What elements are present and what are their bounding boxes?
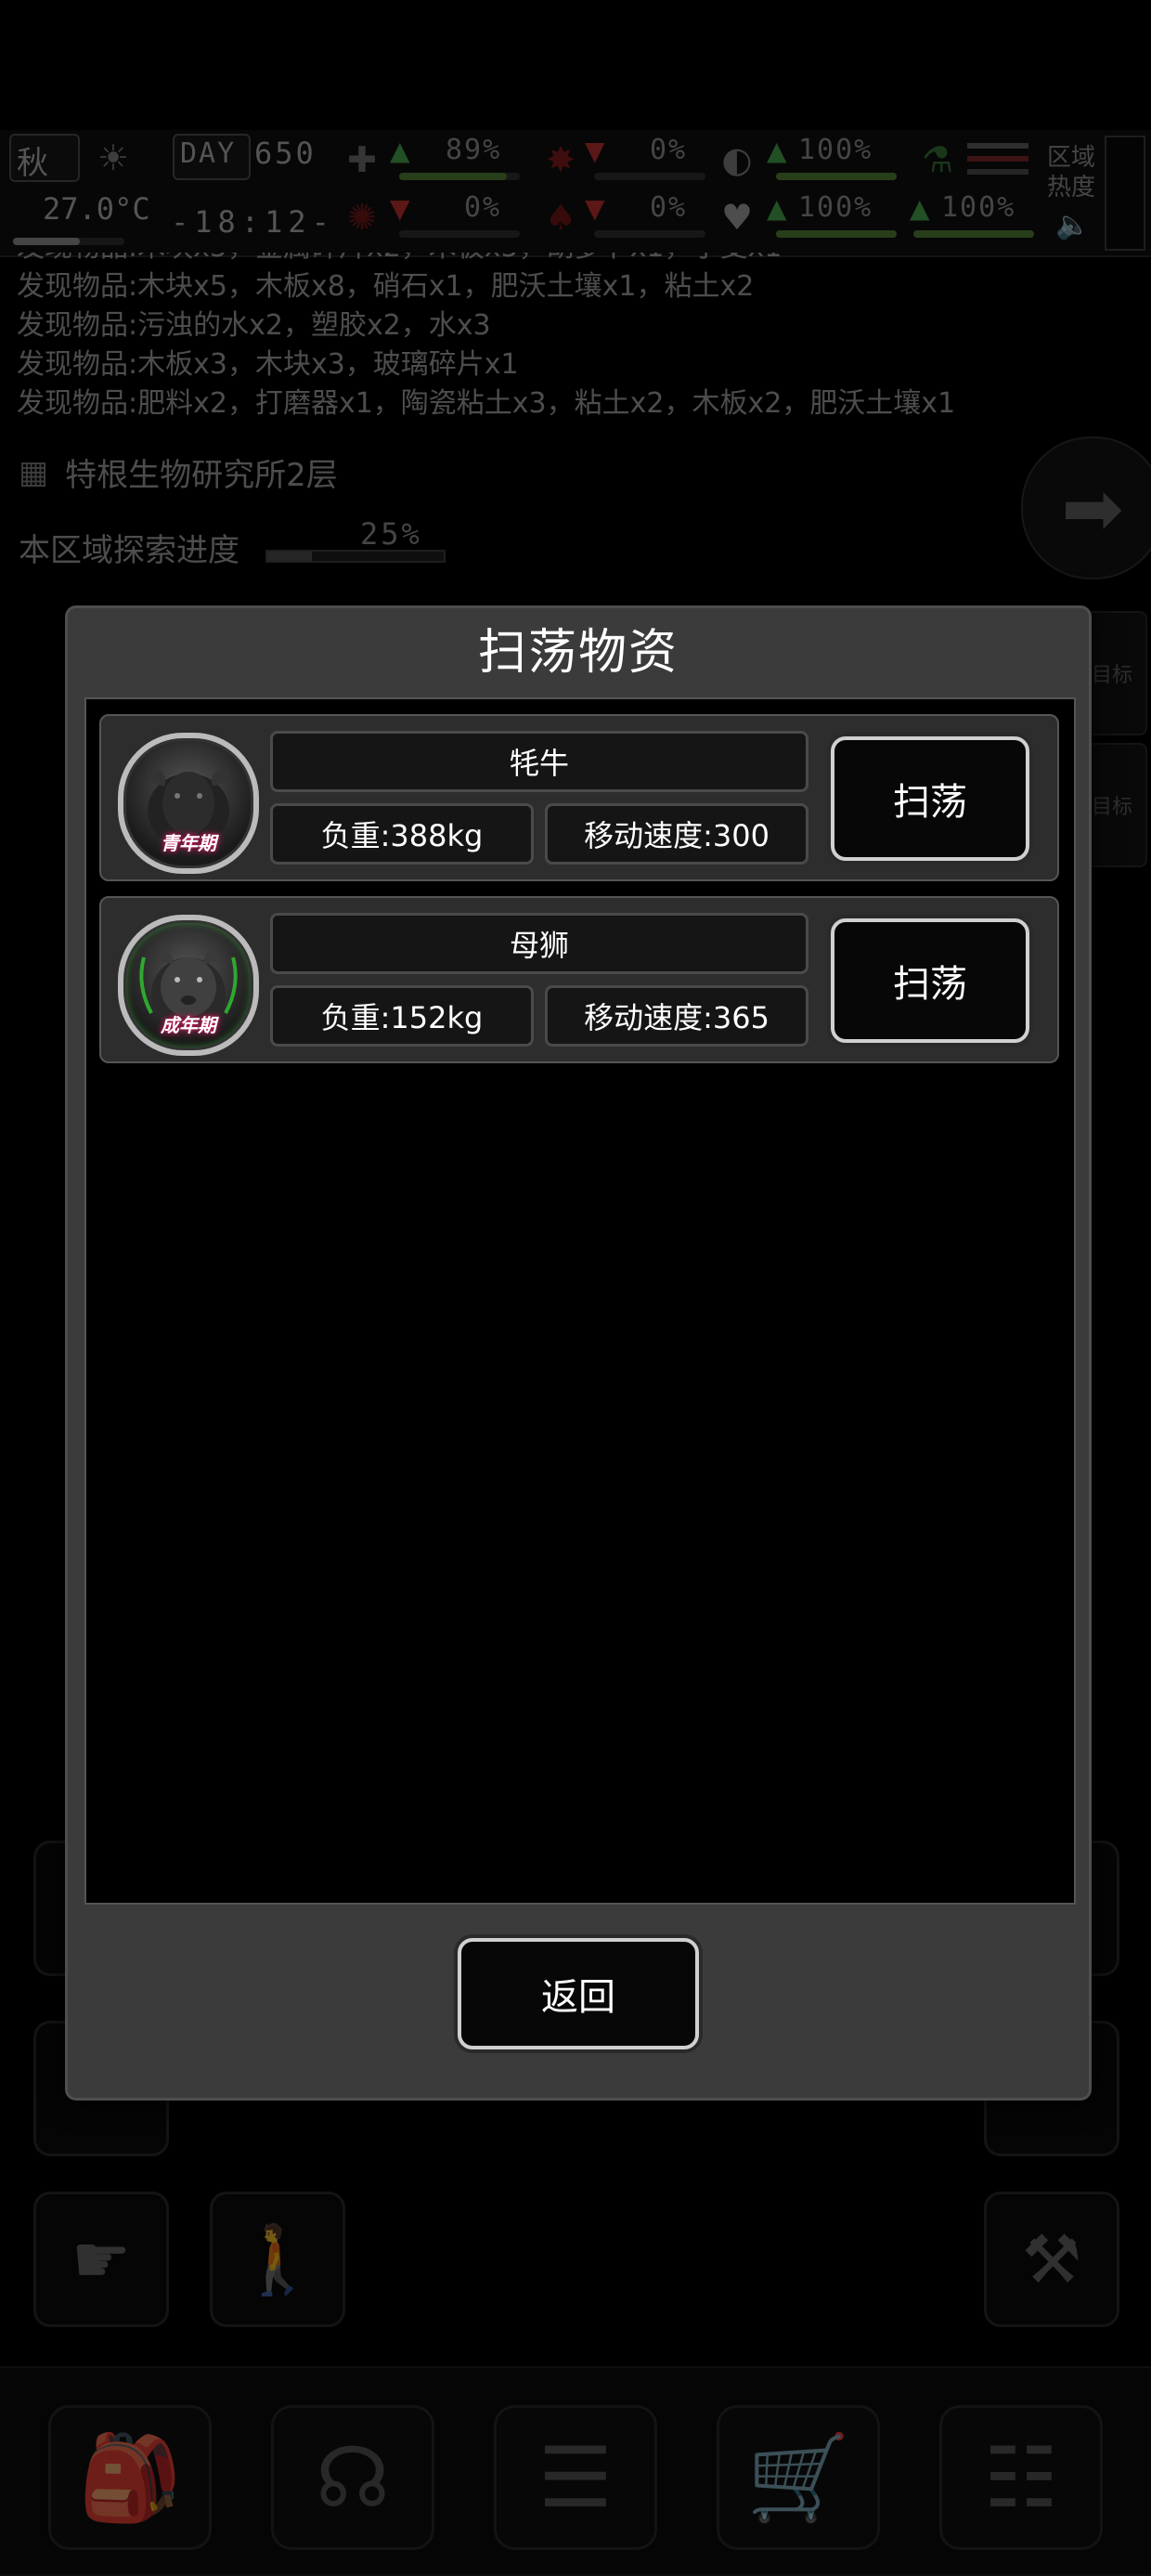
up-arrow-icon: ▲ <box>767 193 787 224</box>
health-percent: 89% <box>446 134 502 166</box>
bottom-nav: 🎒 ☊ ☰ 🛒 ☷ <box>0 2366 1151 2576</box>
season-label: 秋 <box>17 145 48 182</box>
exploration-progress-label: 本区域探索进度 <box>19 532 239 569</box>
brain-icon: ☊ <box>316 2428 390 2527</box>
menu-button[interactable]: ☷ <box>939 2405 1103 2550</box>
arrow-right-icon: ➡ <box>1061 464 1124 552</box>
shop-button[interactable]: 🛒 <box>717 2405 880 2550</box>
speaker-icon[interactable]: 🔈 <box>1051 202 1095 247</box>
backpack-button[interactable]: 🎒 <box>48 2405 212 2550</box>
day-box: DAY <box>173 134 251 180</box>
heart-percent: 100% <box>798 191 873 224</box>
building-icon: ▦ <box>19 453 49 491</box>
down-arrow-icon: ▼ <box>390 193 410 224</box>
dialog-title: 扫荡物资 <box>477 625 679 681</box>
exploration-progress-percent: 25% <box>360 516 422 552</box>
bleed-icon: ✺ <box>347 197 377 238</box>
exploration-progress-bar <box>265 550 446 563</box>
heart-icon: ♥ <box>720 197 754 238</box>
back-button[interactable]: 返回 <box>458 1938 699 2049</box>
location-name: 特根生物研究所2层 <box>65 457 338 494</box>
backpack-icon: 🎒 <box>77 2428 183 2527</box>
animal-name: 母狮 <box>270 913 808 974</box>
animal-list: 青年期 牦牛 负重:388kg 移动速度:300 扫荡 成年期 母狮 负重:15… <box>84 697 1076 1905</box>
next-area-button[interactable]: ➡ <box>1021 436 1151 579</box>
animal-card: 成年期 母狮 负重:152kg 移动速度:365 扫荡 <box>99 896 1059 1063</box>
scavenge-icon: ⚒ <box>1021 2220 1082 2298</box>
medkit-icon: ✚ <box>347 139 377 180</box>
season-box: 秋 <box>9 134 80 182</box>
lioness-avatar: 成年期 <box>118 915 259 1056</box>
animal-load: 负重:152kg <box>270 985 534 1047</box>
hunger-percent: 0% <box>650 134 688 166</box>
hand-pointer-icon: ☛ <box>71 2220 132 2298</box>
location-title: ▦ 特根生物研究所2层 <box>19 449 338 495</box>
extra-percent: 100% <box>941 191 1016 224</box>
up-arrow-icon: ▲ <box>390 136 410 166</box>
up-arrow-icon: ▲ <box>767 136 787 166</box>
clock: -18:12- <box>171 204 335 240</box>
sweep-supplies-dialog: 扫荡物资 青年期 牦牛 负重:388kg 移动速度:300 扫荡 成年期 母狮 … <box>65 605 1092 2101</box>
animal-card: 青年期 牦牛 负重:388kg 移动速度:300 扫荡 <box>99 714 1059 881</box>
temperature: 27.0°C <box>43 191 150 227</box>
animal-name: 牦牛 <box>270 731 808 792</box>
zone-heat-label: 区域热度 <box>1046 144 1095 202</box>
down-arrow-icon: ▼ <box>585 136 605 166</box>
status-bar: 秋 ☀ DAY 650 27.0°C -18:12- ✚ ▲ 89% ✸ ▼ 0… <box>0 130 1151 257</box>
walk-button[interactable]: 🚶 <box>210 2192 345 2327</box>
thirst-icon: ♠ <box>544 197 577 238</box>
animal-speed: 移动速度:300 <box>545 803 808 865</box>
journal-button[interactable]: ☰ <box>494 2405 657 2550</box>
sun-icon: ☀ <box>97 137 130 178</box>
cart-icon: 🛒 <box>745 2428 851 2527</box>
sweep-button[interactable]: 扫荡 <box>831 918 1029 1043</box>
day-number: 650 <box>254 136 317 171</box>
scavenge-button[interactable]: ⚒ <box>984 2192 1119 2327</box>
day-label: DAY <box>180 137 237 170</box>
growth-stage-label: 成年期 <box>161 1014 216 1036</box>
log-line: 发现物品:木块x5，木板x8，硝石x1，肥沃土壤x1，粘土x2 <box>17 270 755 303</box>
log-line: 发现物品:木块x5，金属碎片x2，木板x5，胡萝卜x1，小麦x1 <box>17 253 1131 267</box>
bleed-percent: 0% <box>464 191 502 224</box>
down-arrow-icon: ▼ <box>585 193 605 224</box>
event-log: 发现物品:木块x5，金属碎片x2，木板x5，胡萝卜x1，小麦x1 发现物品:木块… <box>17 253 1131 415</box>
flask-icon: ⚗ <box>921 139 954 180</box>
hand-pointer-button[interactable]: ☛ <box>33 2192 169 2327</box>
energy-icon: ◐ <box>721 139 753 180</box>
menu-icon: ☷ <box>983 2428 1059 2527</box>
up-arrow-icon: ▲ <box>910 193 930 224</box>
hunger-icon: ✸ <box>546 139 576 180</box>
yak-avatar: 青年期 <box>118 733 259 874</box>
log-line: 发现物品:木板x3，木块x3，玻璃碎片x1 <box>17 348 519 381</box>
walk-icon: 🚶 <box>236 2219 319 2298</box>
log-line: 发现物品:肥料x2，打磨器x1，陶瓷粘土x3，粘土x2，木板x2，肥沃土壤x1 <box>17 387 956 415</box>
thirst-percent: 0% <box>650 191 688 224</box>
growth-stage-label: 青年期 <box>161 832 216 854</box>
animal-load: 负重:388kg <box>270 803 534 865</box>
sweep-button[interactable]: 扫荡 <box>831 736 1029 861</box>
log-line: 发现物品:污浊的水x2，塑胶x2，水x3 <box>17 309 491 342</box>
skills-button[interactable]: ☊ <box>271 2405 434 2550</box>
notebook-icon: ☰ <box>537 2428 614 2527</box>
animal-speed: 移动速度:365 <box>545 985 808 1047</box>
energy-percent: 100% <box>798 134 873 166</box>
